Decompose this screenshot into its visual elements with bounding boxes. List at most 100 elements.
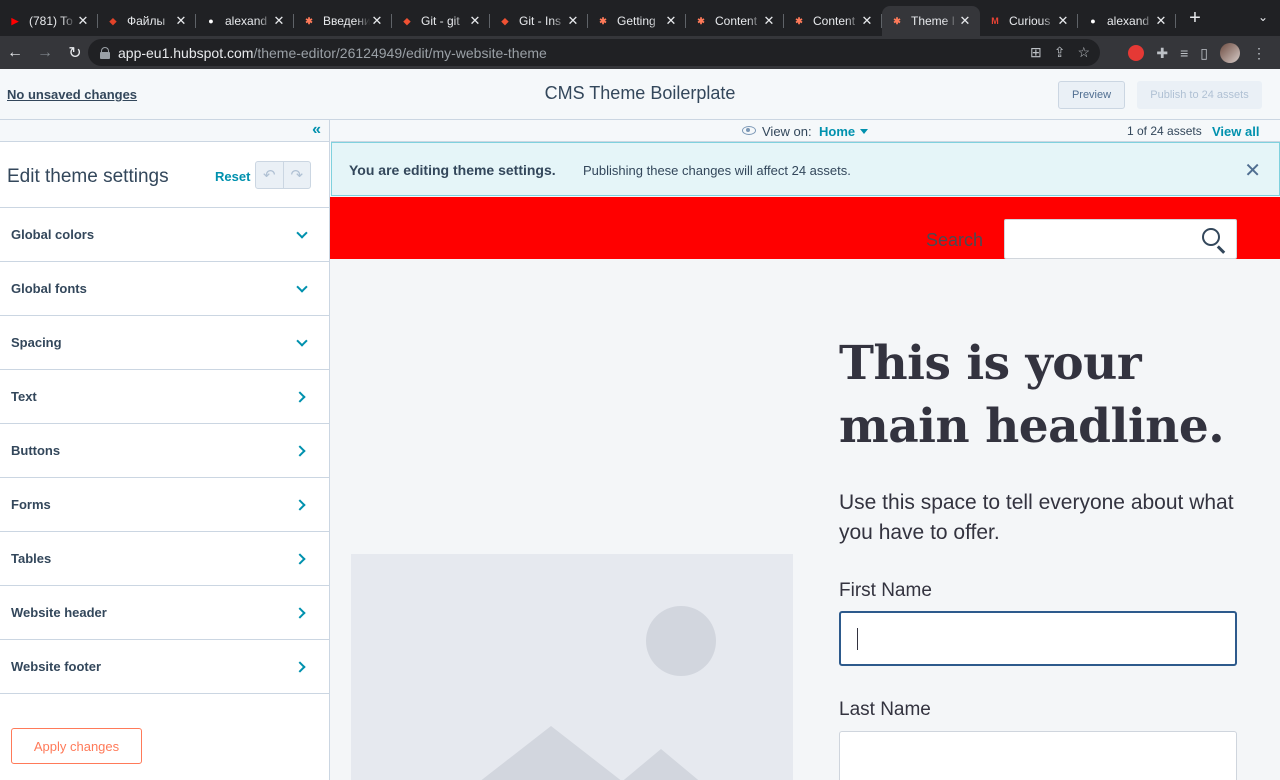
last-name-input[interactable] (839, 731, 1237, 780)
settings-section-item[interactable]: Forms (0, 478, 329, 532)
publish-button[interactable]: Publish to 24 assets (1137, 81, 1262, 109)
view-on-label: View on: (762, 124, 812, 139)
side-panel-icon[interactable]: ▯ (1200, 45, 1208, 62)
tab-title: Git - git (421, 14, 460, 28)
text-cursor (857, 628, 858, 650)
undo-redo-group: ↶ ↷ (255, 161, 311, 189)
puzzle-icon[interactable]: ✚ (1156, 45, 1168, 62)
back-arrow-icon[interactable]: ← (0, 44, 30, 62)
view-on-bar: View on: Home 1 of 24 assets View all (331, 120, 1280, 142)
settings-section-item[interactable]: Global colors (0, 208, 329, 262)
menu-dots-icon[interactable]: ⋮ (1252, 45, 1266, 62)
reset-button[interactable]: Reset (215, 169, 250, 184)
chevron-right-icon[interactable] (297, 446, 307, 456)
eye-icon (742, 126, 756, 135)
redo-icon[interactable]: ↷ (282, 162, 311, 188)
hubspot-icon: ✱ (305, 15, 313, 26)
new-tab-plus-icon[interactable]: + (1180, 7, 1210, 30)
browser-tab[interactable]: ✱ Content ✕ (784, 6, 882, 36)
tab-title: Файлы (127, 14, 166, 28)
settings-section-item[interactable]: Buttons (0, 424, 329, 478)
tab-title: Theme I (911, 14, 956, 28)
tab-title: alexand (1107, 14, 1150, 28)
placeholder-sun-shape (646, 606, 716, 676)
tab-title: Git - Ins (519, 14, 562, 28)
browser-tab[interactable]: ✱ Getting ✕ (588, 6, 686, 36)
tab-close-icon[interactable]: ✕ (1056, 13, 1070, 29)
settings-section-label: Website footer (11, 659, 102, 674)
settings-section-item[interactable]: Spacing (0, 316, 329, 370)
browser-tab[interactable]: ▶ (781) To ✕ (0, 6, 98, 36)
profile-avatar[interactable] (1220, 43, 1240, 63)
tab-title: Getting (617, 14, 656, 28)
chevron-right-icon[interactable] (297, 608, 307, 618)
caret-down-icon[interactable] (860, 129, 868, 134)
chevron-right-icon[interactable] (297, 554, 307, 564)
first-name-input[interactable] (839, 611, 1237, 666)
tab-close-icon[interactable]: ✕ (174, 13, 188, 29)
translate-icon[interactable]: ⊞ (1030, 44, 1042, 61)
tab-close-icon[interactable]: ✕ (468, 13, 482, 29)
reading-list-icon[interactable]: ≡ (1180, 45, 1188, 61)
gmail-icon: M (991, 16, 999, 26)
close-icon[interactable]: ✕ (1244, 158, 1261, 183)
browser-tab[interactable]: ✱ Введени ✕ (294, 6, 392, 36)
tab-close-icon[interactable]: ✕ (664, 13, 678, 29)
website-body: This is your main headline. Use this spa… (330, 259, 1280, 780)
settings-section-item[interactable]: Tables (0, 532, 329, 586)
tab-close-icon[interactable]: ✕ (762, 13, 776, 29)
site-search-input[interactable] (1004, 219, 1237, 259)
settings-header: Edit theme settings Reset ↶ ↷ (0, 142, 329, 208)
undo-icon[interactable]: ↶ (256, 162, 283, 188)
placeholder-mountain-shape (601, 749, 721, 780)
view-on-dropdown[interactable]: Home (819, 124, 855, 139)
share-icon[interactable]: ⇪ (1054, 44, 1066, 61)
banner-message: Publishing these changes will affect 24 … (583, 163, 851, 178)
browser-toolbar: ← → ↻ app-eu1.hubspot.com/theme-editor/2… (0, 36, 1280, 69)
double-chevron-left-icon[interactable]: « (312, 121, 321, 139)
url-bar[interactable]: app-eu1.hubspot.com/theme-editor/2612494… (88, 39, 1100, 66)
settings-section-label: Global fonts (11, 281, 87, 296)
tab-close-icon[interactable]: ✕ (860, 13, 874, 29)
tab-close-icon[interactable]: ✕ (272, 13, 286, 29)
first-name-label: First Name (839, 580, 932, 601)
browser-tab[interactable]: ◆ Файлы ✕ (98, 6, 196, 36)
chevron-down-icon[interactable] (297, 230, 307, 240)
apply-changes-button[interactable]: Apply changes (11, 728, 142, 764)
settings-section-item[interactable]: Text (0, 370, 329, 424)
sidebar-collapse-bar: « (0, 120, 329, 142)
browser-tab[interactable]: M Curious ✕ (980, 6, 1078, 36)
star-icon[interactable]: ☆ (1077, 44, 1090, 61)
tab-close-icon[interactable]: ✕ (1154, 13, 1168, 29)
tab-title: Введени (323, 14, 370, 28)
chevron-right-icon[interactable] (297, 662, 307, 672)
chevron-down-icon[interactable] (297, 338, 307, 348)
settings-section-item[interactable]: Global fonts (0, 262, 329, 316)
tab-search-chevron-icon[interactable]: ⌄ (1258, 10, 1268, 24)
website-header: Search (330, 197, 1280, 259)
browser-tab-bar: ▶ (781) To ✕ ◆ Файлы ✕ ● alexand ✕ ✱ Введени ✕ ◆ Git … (0, 0, 1280, 36)
banner-title: You are editing theme settings. (349, 162, 556, 178)
settings-section-item[interactable]: Website header (0, 586, 329, 640)
tab-close-icon[interactable]: ✕ (566, 13, 580, 29)
preview-button[interactable]: Preview (1058, 81, 1125, 109)
reload-icon[interactable]: ↻ (60, 43, 90, 63)
browser-tab[interactable]: ● alexand ✕ (1078, 6, 1176, 36)
chevron-right-icon[interactable] (297, 500, 307, 510)
chevron-down-icon[interactable] (297, 284, 307, 294)
extension-icon[interactable] (1128, 45, 1145, 61)
tab-close-icon[interactable]: ✕ (958, 13, 972, 29)
browser-tab[interactable]: ◆ Git - git ✕ (392, 6, 490, 36)
tab-close-icon[interactable]: ✕ (370, 13, 384, 29)
browser-tab[interactable]: ◆ Git - Ins ✕ (490, 6, 588, 36)
forward-arrow-icon[interactable]: → (30, 44, 60, 62)
settings-section-item[interactable]: Website footer (0, 640, 329, 694)
view-all-link[interactable]: View all (1212, 124, 1259, 139)
chevron-right-icon[interactable] (297, 392, 307, 402)
lock-icon[interactable] (100, 46, 110, 59)
tab-close-icon[interactable]: ✕ (76, 13, 90, 29)
browser-tab[interactable]: ✱ Theme I ✕ (882, 6, 980, 36)
search-icon[interactable] (1202, 228, 1220, 246)
browser-tab[interactable]: ✱ Content ✕ (686, 6, 784, 36)
browser-tab[interactable]: ● alexand ✕ (196, 6, 294, 36)
